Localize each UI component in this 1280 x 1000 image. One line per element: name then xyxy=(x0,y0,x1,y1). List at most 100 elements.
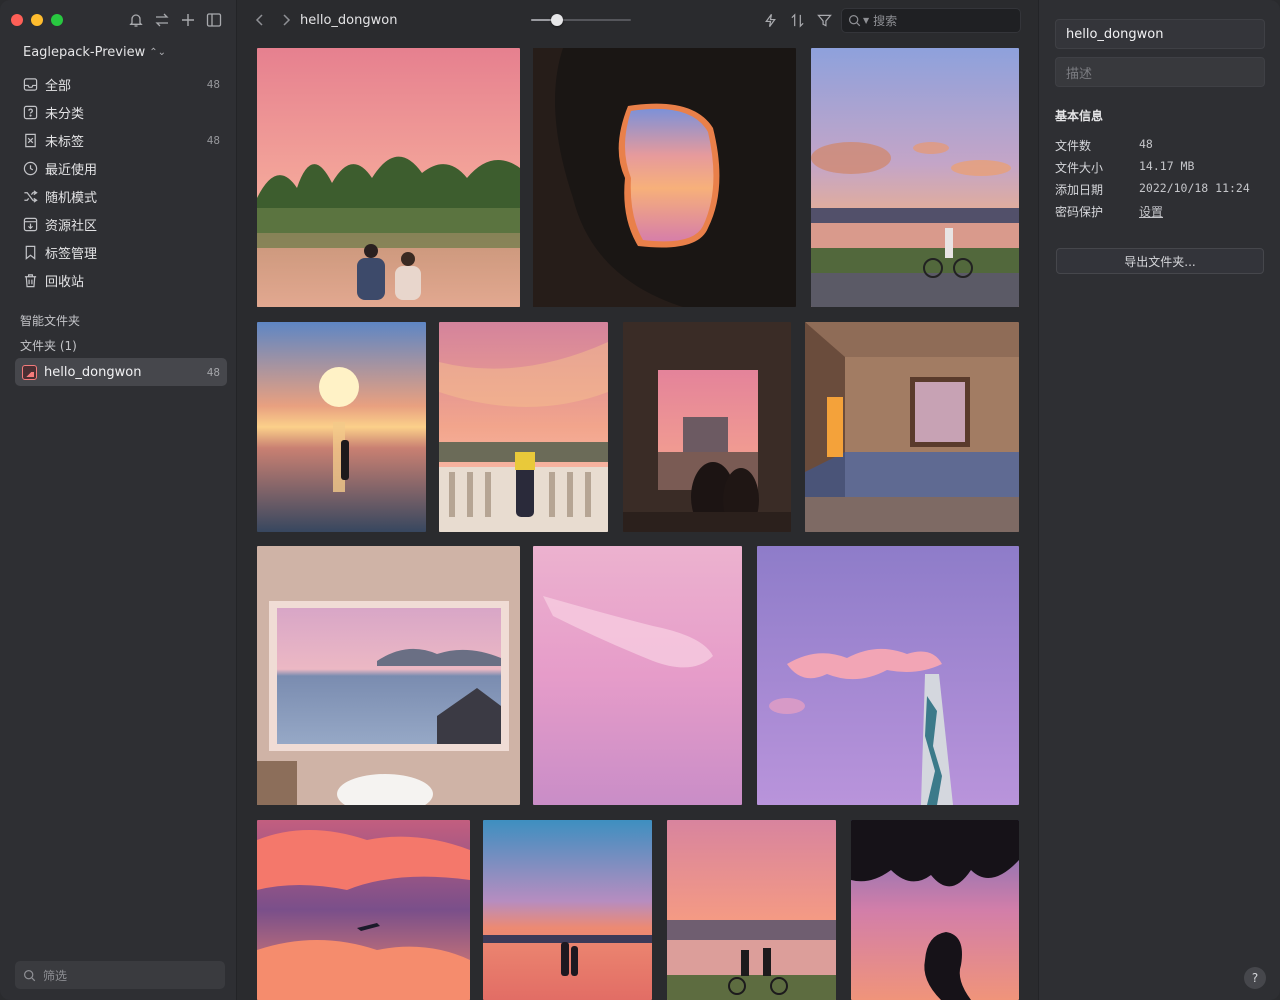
info-row-date-added: 添加日期 2022/10/18 11:24 xyxy=(1055,181,1250,198)
back-button[interactable] xyxy=(253,13,267,27)
toolbar-tools xyxy=(763,13,832,28)
smart-folders-header[interactable]: 智能文件夹 xyxy=(20,312,80,329)
image-thumb-pink-sky[interactable] xyxy=(533,546,742,805)
chevron-down-icon[interactable]: ▼ xyxy=(863,16,869,25)
sidebar-item-label: 回收站 xyxy=(45,274,85,290)
image-thumb-balcony-girl[interactable] xyxy=(439,322,608,532)
image-thumb-chimney-smoke[interactable] xyxy=(757,546,1019,805)
search-input[interactable] xyxy=(873,13,1004,28)
sidebar-toolbar xyxy=(128,12,222,28)
sidebar-item-community[interactable]: 资源社区 xyxy=(15,210,227,238)
image-thumb-tandem-bike[interactable] xyxy=(667,820,836,1000)
sidebar-item-recent[interactable]: 最近使用 xyxy=(15,154,227,182)
filter-placeholder: 筛选 xyxy=(43,968,68,983)
breadcrumb: hello_dongwon xyxy=(300,13,398,28)
sidebar-item-trash[interactable]: 回收站 xyxy=(15,266,227,294)
image-thumb-bay-window[interactable] xyxy=(257,546,520,805)
minimize-window-button[interactable] xyxy=(31,14,43,26)
filter-button[interactable] xyxy=(817,13,832,28)
description-placeholder: 描述 xyxy=(1066,66,1093,82)
download-box-icon xyxy=(22,216,38,232)
info-key: 文件数 xyxy=(1055,139,1092,153)
bell-icon[interactable] xyxy=(128,12,144,28)
bookmark-icon xyxy=(22,244,38,260)
image-grid xyxy=(237,0,1038,1000)
info-row-file-size: 文件大小 14.17 MB xyxy=(1055,159,1194,176)
chevron-left-icon xyxy=(255,14,263,26)
sort-button[interactable] xyxy=(790,13,805,28)
search-icon xyxy=(24,969,36,981)
info-key: 密码保护 xyxy=(1055,205,1104,219)
sidebar-nav: 全部 48 未分类 未标签 48 最近使用 随机模式 资源社区 标签管理 回收站 xyxy=(15,70,227,294)
zoom-slider[interactable] xyxy=(531,12,631,28)
image-thumb-beach-couple[interactable] xyxy=(483,820,652,1000)
untagged-icon xyxy=(22,132,38,148)
sidebar-item-random[interactable]: 随机模式 xyxy=(15,182,227,210)
sidebar-toggle-icon[interactable] xyxy=(206,12,222,28)
folder-label: hello_dongwon xyxy=(44,364,142,380)
clock-icon xyxy=(22,160,38,176)
shuffle-icon xyxy=(22,188,38,204)
maximize-window-button[interactable] xyxy=(51,14,63,26)
funnel-icon xyxy=(817,14,832,27)
swap-icon[interactable] xyxy=(154,12,170,28)
sidebar-item-label: 资源社区 xyxy=(45,218,98,234)
lightning-icon xyxy=(765,14,776,27)
sidebar-item-count: 48 xyxy=(206,133,220,147)
sidebar-item-label: 标签管理 xyxy=(45,246,98,262)
help-button[interactable]: ? xyxy=(1244,967,1266,989)
library-switcher[interactable]: Eaglepack-Preview ⌃⌄ xyxy=(23,45,166,60)
sidebar-item-label: 未标签 xyxy=(45,134,85,150)
info-key: 文件大小 xyxy=(1055,161,1104,175)
search-box[interactable]: ▼ xyxy=(841,8,1021,33)
sidebar-item-count: 48 xyxy=(206,77,220,91)
export-folder-button[interactable]: 导出文件夹... xyxy=(1056,248,1264,274)
add-icon[interactable] xyxy=(180,12,196,28)
chevron-right-icon xyxy=(283,14,291,26)
library-name: Eaglepack-Preview xyxy=(23,45,146,60)
sidebar-item-tags[interactable]: 标签管理 xyxy=(15,238,227,266)
main-toolbar: hello_dongwon ▼ xyxy=(237,0,1038,42)
info-row-password: 密码保护 设置 xyxy=(1055,203,1163,220)
main-area: hello_dongwon ▼ xyxy=(237,0,1038,1000)
image-thumb-empty-room[interactable] xyxy=(805,322,1019,532)
info-value: 2022/10/18 11:24 xyxy=(1139,181,1250,195)
image-thumb-river-cyclist[interactable] xyxy=(811,48,1019,307)
sidebar-item-untagged[interactable]: 未标签 48 xyxy=(15,126,227,154)
question-box-icon xyxy=(22,104,38,120)
filter-input[interactable]: 筛选 xyxy=(15,961,225,989)
history-nav xyxy=(253,13,293,27)
image-thumb-sea-sunset[interactable] xyxy=(257,322,426,532)
sidebar-item-label: 随机模式 xyxy=(45,190,98,206)
folder-name-value: hello_dongwon xyxy=(1066,26,1164,42)
basic-info-heading: 基本信息 xyxy=(1055,109,1104,123)
lightning-button[interactable] xyxy=(763,13,778,28)
folder-item-hello-dongwon[interactable]: hello_dongwon 48 xyxy=(15,358,227,386)
sort-icon xyxy=(791,13,804,28)
zoom-slider-knob[interactable] xyxy=(551,14,563,26)
chevron-updown-icon: ⌃⌄ xyxy=(149,47,166,58)
info-key: 添加日期 xyxy=(1055,183,1104,197)
image-thumb-silhouette-tree[interactable] xyxy=(851,820,1019,1000)
image-folder-icon xyxy=(22,364,37,380)
image-thumb-couple-lake[interactable] xyxy=(257,48,520,307)
description-field[interactable]: 描述 xyxy=(1055,57,1265,87)
folder-count: 48 xyxy=(206,365,220,379)
folders-header[interactable]: 文件夹 (1) xyxy=(20,337,77,354)
sidebar-item-uncategorized[interactable]: 未分类 xyxy=(15,98,227,126)
sidebar-item-all[interactable]: 全部 48 xyxy=(15,70,227,98)
inbox-icon xyxy=(22,76,38,92)
window-controls xyxy=(11,14,63,26)
forward-button[interactable] xyxy=(279,13,293,27)
folder-name-field[interactable]: hello_dongwon xyxy=(1055,19,1265,49)
info-value: 48 xyxy=(1139,137,1153,151)
sidebar-item-label: 全部 xyxy=(45,78,72,94)
sidebar-item-label: 最近使用 xyxy=(45,162,98,178)
sidebar-item-label: 未分类 xyxy=(45,106,85,122)
image-thumb-plane-clouds[interactable] xyxy=(257,820,470,1000)
image-thumb-plane-window[interactable] xyxy=(533,48,796,307)
close-window-button[interactable] xyxy=(11,14,23,26)
trash-icon xyxy=(22,272,38,288)
set-password-link[interactable]: 设置 xyxy=(1139,203,1163,220)
image-thumb-window-people[interactable] xyxy=(623,322,791,532)
